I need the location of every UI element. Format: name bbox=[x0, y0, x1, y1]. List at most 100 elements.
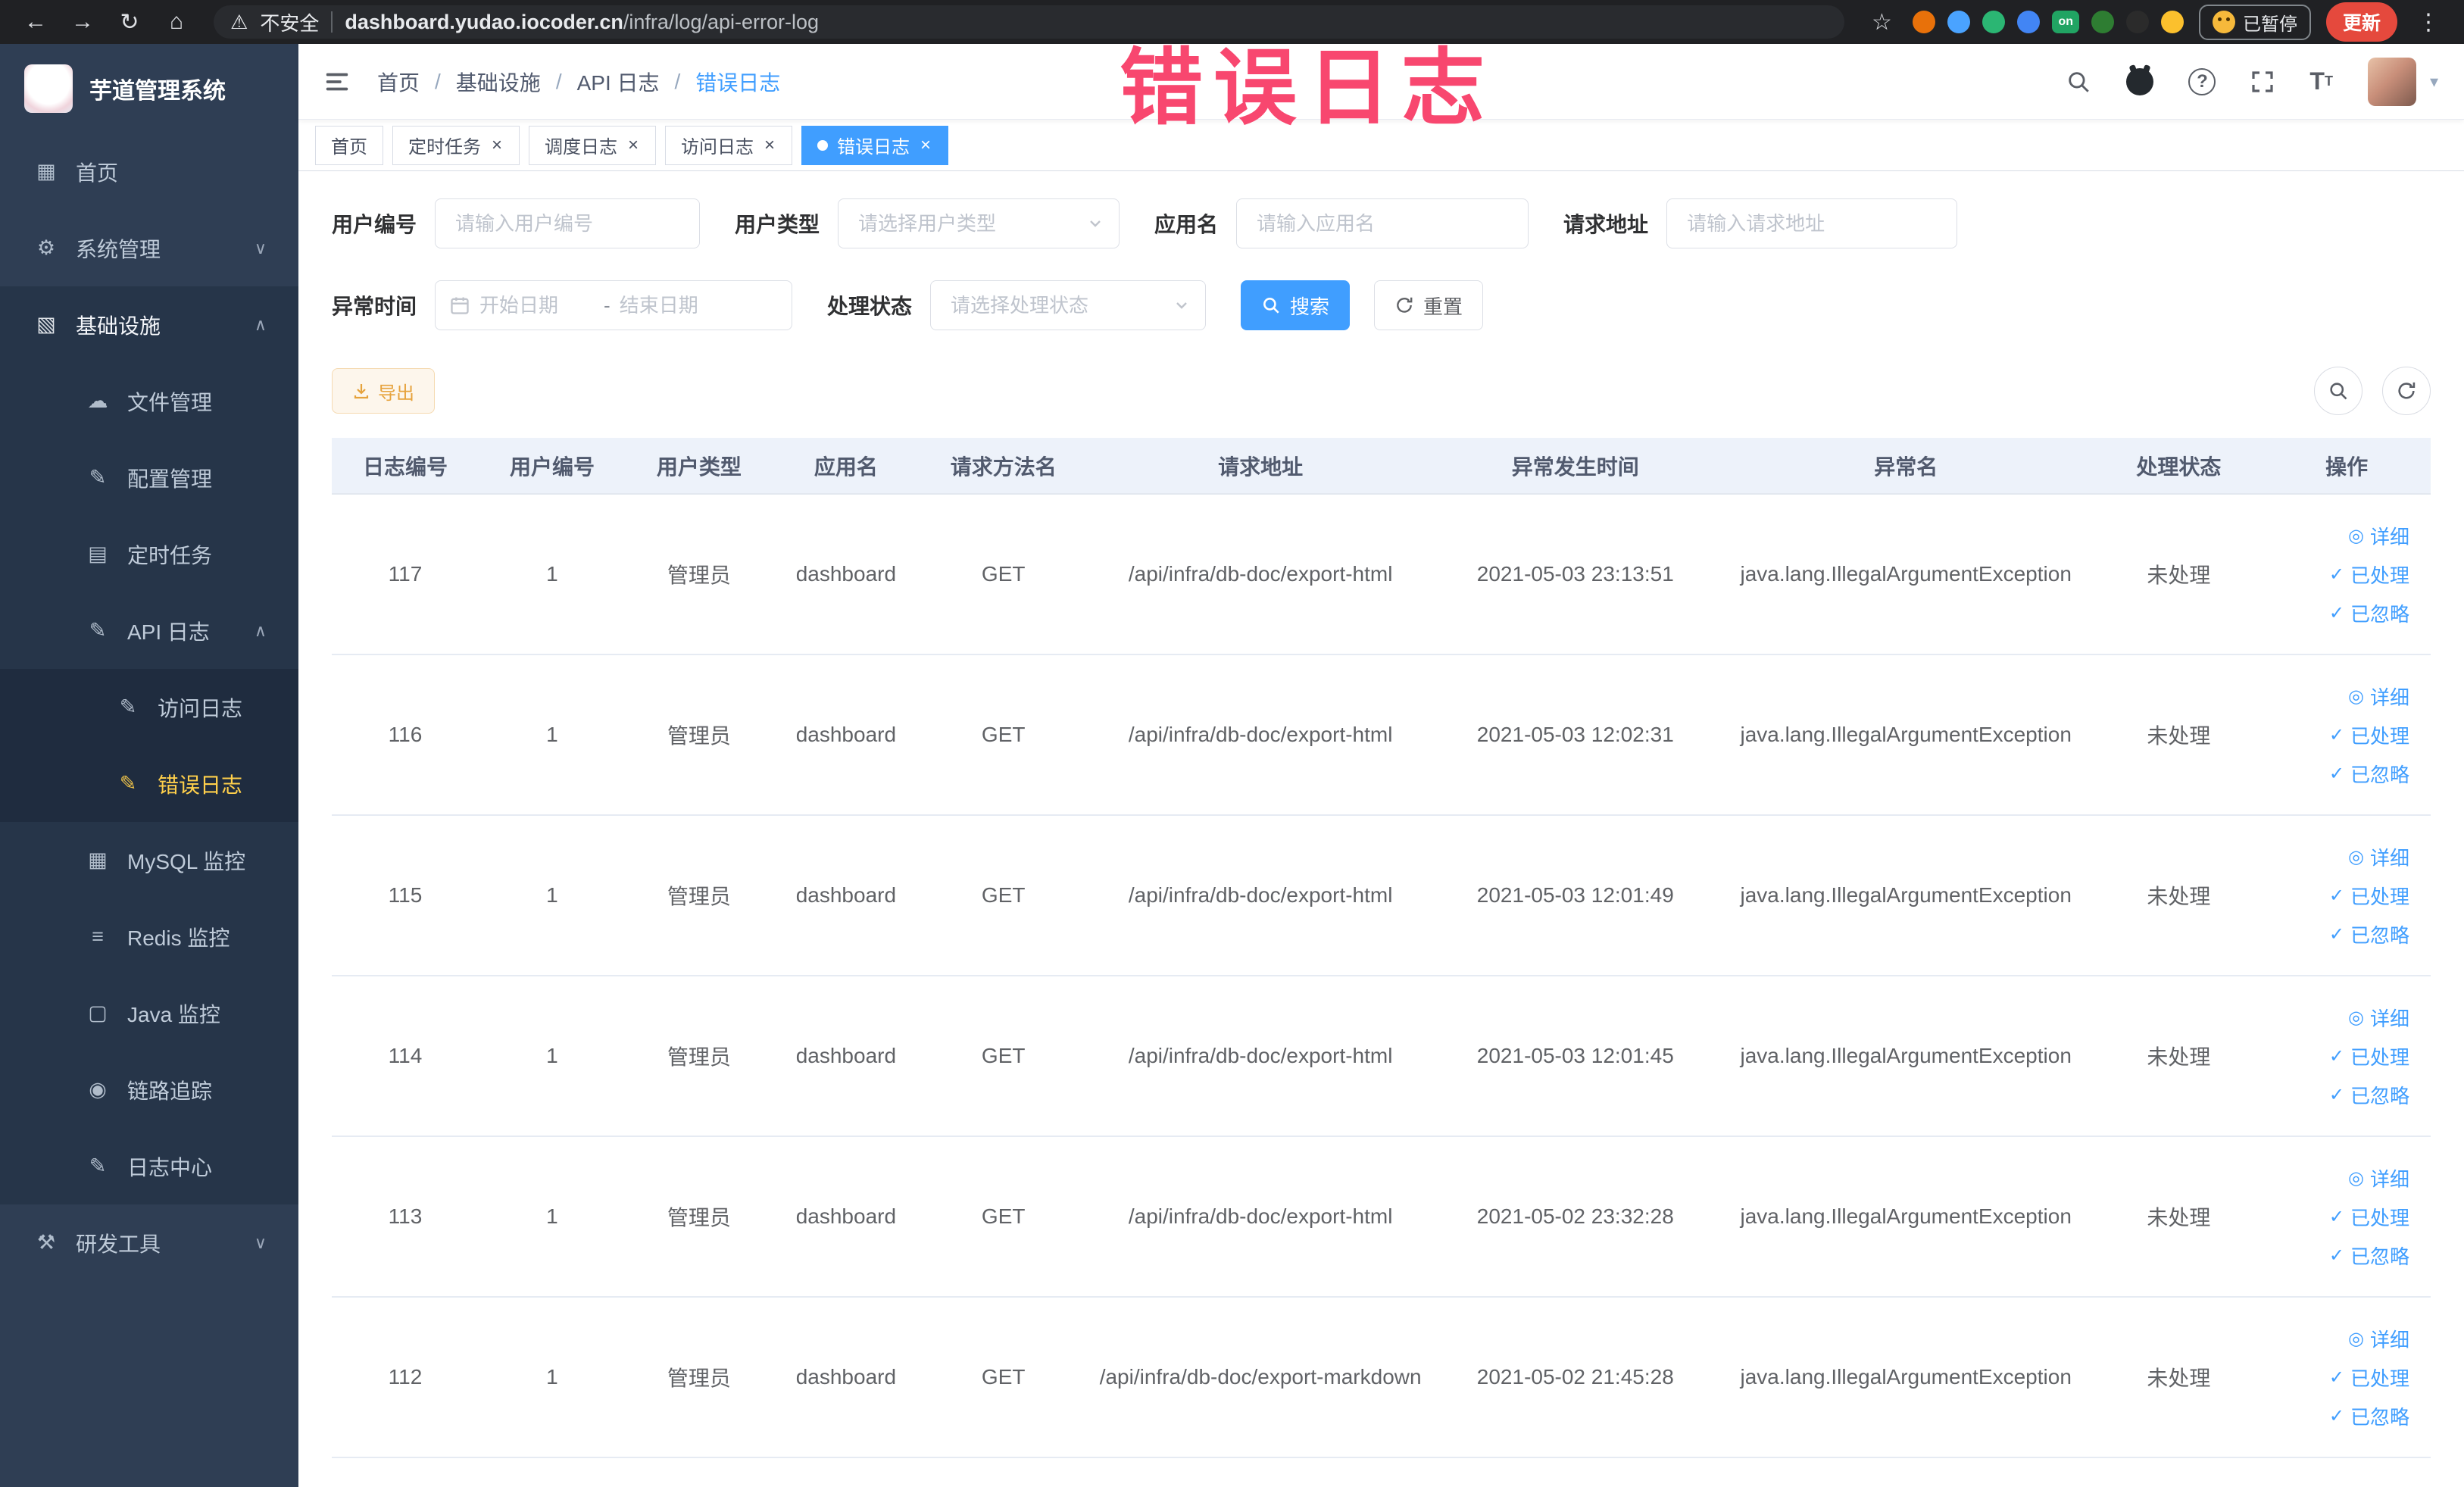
toggle-search-button[interactable] bbox=[2314, 367, 2363, 415]
extension-on-badge-icon[interactable]: on bbox=[2052, 11, 2079, 33]
logo-row[interactable]: 芋道管理系统 bbox=[0, 44, 298, 133]
fullscreen-icon[interactable] bbox=[2250, 70, 2275, 94]
action-detail-link[interactable]: ◎ 详细 bbox=[2348, 1164, 2409, 1192]
extension-tree-icon[interactable] bbox=[2091, 11, 2114, 33]
page-url[interactable]: dashboard.yudao.iocoder.cn/infra/log/api… bbox=[345, 11, 819, 34]
action-ignored-link[interactable]: ✓ 已忽略 bbox=[2329, 920, 2409, 948]
sidebar-item-file-management[interactable]: ☁ 文件管理 bbox=[0, 363, 298, 439]
action-ignored-link[interactable]: ✓ 已忽略 bbox=[2329, 1402, 2409, 1430]
user-id-input[interactable] bbox=[435, 198, 701, 248]
extension-blue-grid-icon[interactable] bbox=[2017, 11, 2041, 33]
search-icon[interactable] bbox=[2066, 69, 2091, 95]
filter-user-type: 用户类型 bbox=[735, 198, 1120, 248]
security-label[interactable]: 不安全 bbox=[260, 8, 319, 36]
tab-home[interactable]: 首页 bbox=[315, 125, 383, 165]
action-detail-link[interactable]: ◎ 详细 bbox=[2348, 1325, 2409, 1353]
action-processed-link[interactable]: ✓ 已处理 bbox=[2329, 561, 2409, 589]
table-row: 115 1 管理员 dashboard GET/api/infra/db-doc/exp… bbox=[332, 815, 2431, 976]
sidebar-item-trace[interactable]: ◉ 链路追踪 bbox=[0, 1051, 298, 1128]
breadcrumb-separator: / bbox=[555, 69, 562, 93]
action-ignored-link[interactable]: ✓ 已忽略 bbox=[2329, 760, 2409, 788]
reload-icon[interactable]: ↻ bbox=[114, 9, 145, 36]
bookmark-star-icon[interactable]: ☆ bbox=[1866, 9, 1897, 36]
forward-icon[interactable]: → bbox=[67, 9, 98, 35]
tab-error-log[interactable]: 错误日志 × bbox=[801, 125, 949, 165]
extension-green-circle-icon[interactable] bbox=[1982, 11, 2006, 33]
breadcrumb-item[interactable]: 首页 bbox=[377, 67, 420, 97]
extension-paw-icon[interactable] bbox=[2125, 11, 2149, 33]
row-actions: ◎ 详细 ✓ 已处理 ✓ 已忽略 bbox=[2263, 843, 2431, 948]
action-processed-link[interactable]: ✓ 已处理 bbox=[2329, 1364, 2409, 1392]
sidebar-item-home[interactable]: ▦ 首页 bbox=[0, 133, 298, 210]
export-button[interactable]: 导出 bbox=[332, 368, 435, 414]
end-date-input[interactable] bbox=[619, 293, 735, 317]
action-detail-link[interactable]: ◎ 详细 bbox=[2348, 683, 2409, 711]
breadcrumb-item[interactable]: 错误日志 bbox=[695, 67, 780, 97]
sidebar-item-dev-tools[interactable]: ⚒ 研发工具 ∨ bbox=[0, 1204, 298, 1281]
avatar-caret-icon[interactable]: ▾ bbox=[2430, 72, 2438, 92]
action-ignored-link[interactable]: ✓ 已忽略 bbox=[2329, 599, 2409, 627]
close-icon[interactable]: × bbox=[490, 136, 504, 155]
action-label: 已处理 bbox=[2350, 1206, 2409, 1229]
extension-paused-chip[interactable]: 已暂停 bbox=[2198, 4, 2311, 40]
action-processed-link[interactable]: ✓ 已处理 bbox=[2329, 1203, 2409, 1231]
user-type-select[interactable] bbox=[838, 198, 1120, 248]
action-label: 已忽略 bbox=[2350, 1084, 2409, 1107]
refresh-table-button[interactable] bbox=[2382, 367, 2431, 415]
process-status-select-input[interactable] bbox=[930, 280, 1207, 330]
browser-update-button[interactable]: 更新 bbox=[2325, 2, 2397, 42]
back-icon[interactable]: ← bbox=[20, 9, 52, 35]
address-bar[interactable]: ⚠ 不安全 dashboard.yudao.iocoder.cn/infra/l… bbox=[214, 5, 1845, 39]
action-ignored-link[interactable]: ✓ 已忽略 bbox=[2329, 1081, 2409, 1109]
paused-badge-label: 已暂停 bbox=[2242, 14, 2297, 35]
date-range-picker[interactable]: - bbox=[435, 280, 793, 330]
reset-button[interactable]: 重置 bbox=[1374, 280, 1484, 330]
action-processed-link[interactable]: ✓ 已处理 bbox=[2329, 721, 2409, 749]
sidebar-item-infrastructure[interactable]: ▧ 基础设施 ∧ bbox=[0, 286, 298, 363]
sidebar-item-config-management[interactable]: ✎ 配置管理 bbox=[0, 439, 298, 516]
toolbar-right bbox=[2314, 367, 2431, 415]
hamburger-icon[interactable] bbox=[324, 69, 350, 95]
sidebar-item-mysql-monitor[interactable]: ▦ MySQL 监控 bbox=[0, 822, 298, 898]
user-type-select-input[interactable] bbox=[838, 198, 1120, 248]
extension-smiley-icon[interactable] bbox=[2160, 11, 2184, 33]
action-detail-link[interactable]: ◎ 详细 bbox=[2348, 522, 2409, 550]
action-detail-link[interactable]: ◎ 详细 bbox=[2348, 1004, 2409, 1032]
sidebar-item-scheduled-tasks[interactable]: ▤ 定时任务 bbox=[0, 516, 298, 592]
sidebar-item-java-monitor[interactable]: ▢ Java 监控 bbox=[0, 975, 298, 1051]
sidebar-item-system-management[interactable]: ⚙ 系统管理 ∨ bbox=[0, 210, 298, 286]
breadcrumb-item[interactable]: API 日志 bbox=[577, 67, 660, 97]
security-warning-icon[interactable]: ⚠ bbox=[230, 11, 248, 34]
tab-access-log[interactable]: 访问日志 × bbox=[665, 125, 793, 165]
chevron-down-icon bbox=[1173, 296, 1191, 314]
sidebar-item-redis-monitor[interactable]: ≡ Redis 监控 bbox=[0, 898, 298, 975]
extension-orange-icon[interactable] bbox=[1913, 11, 1936, 33]
browser-home-icon[interactable]: ⌂ bbox=[161, 9, 192, 35]
action-ignored-link[interactable]: ✓ 已忽略 bbox=[2329, 1242, 2409, 1270]
action-processed-link[interactable]: ✓ 已处理 bbox=[2329, 1042, 2409, 1070]
close-icon[interactable]: × bbox=[919, 136, 932, 155]
sidebar-item-error-log[interactable]: ✎ 错误日志 bbox=[0, 745, 298, 822]
sidebar-item-api-log[interactable]: ✎ API 日志 ∧ bbox=[0, 592, 298, 669]
font-size-icon[interactable]: TT bbox=[2309, 67, 2333, 95]
user-avatar[interactable] bbox=[2367, 57, 2416, 106]
sidebar-item-access-log[interactable]: ✎ 访问日志 bbox=[0, 669, 298, 745]
tab-dispatch-log[interactable]: 调度日志 × bbox=[529, 125, 657, 165]
start-date-input[interactable] bbox=[479, 293, 595, 317]
action-label: 已处理 bbox=[2350, 1367, 2409, 1390]
github-icon[interactable] bbox=[2126, 67, 2154, 95]
close-icon[interactable]: × bbox=[626, 136, 640, 155]
close-icon[interactable]: × bbox=[763, 136, 776, 155]
request-url-input[interactable] bbox=[1666, 198, 1958, 248]
breadcrumb-item[interactable]: 基础设施 bbox=[456, 67, 541, 97]
process-status-select[interactable] bbox=[930, 280, 1207, 330]
action-processed-link[interactable]: ✓ 已处理 bbox=[2329, 882, 2409, 910]
browser-menu-icon[interactable]: ⋮ bbox=[2412, 9, 2444, 36]
search-button[interactable]: 搜索 bbox=[1241, 280, 1351, 330]
help-icon[interactable]: ? bbox=[2188, 67, 2216, 95]
sidebar-item-log-center[interactable]: ✎ 日志中心 bbox=[0, 1128, 298, 1204]
app-name-input[interactable] bbox=[1236, 198, 1529, 248]
tab-scheduled-tasks[interactable]: 定时任务 × bbox=[392, 125, 520, 165]
extension-drop-icon[interactable] bbox=[1947, 11, 1971, 33]
action-detail-link[interactable]: ◎ 详细 bbox=[2348, 843, 2409, 871]
